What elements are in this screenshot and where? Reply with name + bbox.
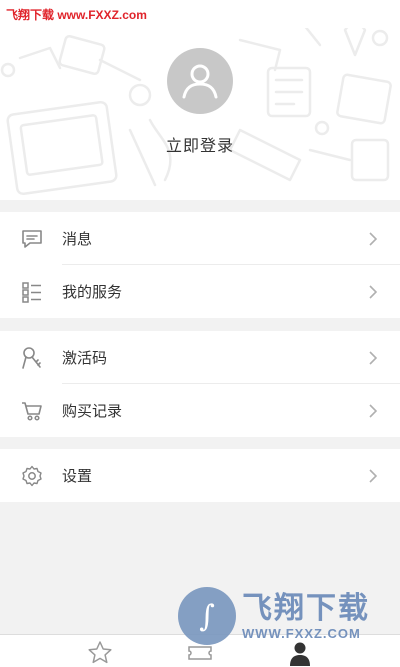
menu-item-settings[interactable]: 设置 — [0, 449, 400, 502]
ticket-icon — [188, 646, 212, 660]
watermark-title: 飞翔下载 — [242, 590, 370, 626]
menu-group-settings: 设置 — [0, 449, 400, 502]
top-watermark: 飞翔下载 www.FXXZ.com — [0, 0, 400, 28]
profile-header: 立即登录 — [0, 0, 400, 200]
menu-item-activation-code[interactable]: 激活码 — [0, 331, 400, 384]
star-icon — [88, 641, 112, 664]
menu-label-settings: 设置 — [62, 467, 93, 485]
login-link[interactable]: 立即登录 — [0, 132, 400, 156]
service-list-icon — [20, 280, 44, 304]
chevron-right-icon — [368, 350, 378, 366]
menu-label-my-services: 我的服务 — [62, 283, 123, 301]
chevron-right-icon — [368, 231, 378, 247]
menu-label-activation-code: 激活码 — [62, 349, 108, 367]
watermark-logo-icon: ∫ — [178, 587, 236, 645]
menu-item-messages[interactable]: 消息 — [0, 212, 400, 265]
menu-item-purchase-history[interactable]: 购买记录 — [0, 384, 400, 437]
menu-label-purchase-history: 购买记录 — [62, 402, 123, 420]
chevron-right-icon — [368, 403, 378, 419]
gear-icon — [20, 464, 44, 488]
menu-group-purchase: 激活码 购买记录 — [0, 331, 400, 437]
key-icon — [20, 346, 44, 370]
tab-favorites[interactable] — [83, 639, 117, 667]
chevron-right-icon — [368, 284, 378, 300]
message-icon — [20, 227, 44, 251]
menu-item-my-services[interactable]: 我的服务 — [0, 265, 400, 318]
cart-icon — [20, 399, 44, 423]
bottom-watermark: ∫ 飞翔下载 WWW.FXXZ.COM — [178, 586, 400, 646]
chevron-right-icon — [368, 468, 378, 484]
menu-group-account: 消息 我的服务 — [0, 212, 400, 318]
avatar[interactable] — [167, 48, 233, 114]
user-avatar-icon — [182, 64, 218, 99]
menu-label-messages: 消息 — [62, 230, 93, 248]
watermark-url: WWW.FXXZ.COM — [242, 625, 361, 641]
